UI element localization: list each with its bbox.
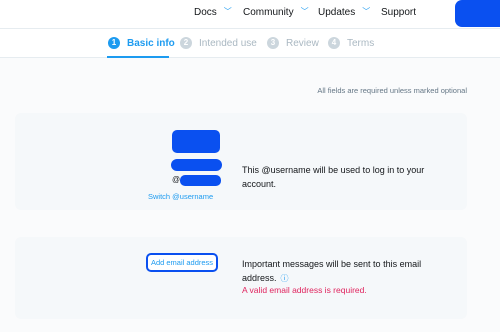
username-description: This @username will be used to log in to… [242, 165, 425, 189]
nav-support[interactable]: Support [381, 7, 416, 18]
username-card [15, 113, 467, 210]
chevron-down-icon: ﹀ [300, 7, 309, 16]
top-navigation: Docs ﹀ Community ﹀ Updates ﹀ Support [0, 0, 500, 28]
switch-username-link[interactable]: Switch @username [148, 192, 213, 201]
avatar [172, 130, 220, 153]
nav-updates-label: Updates [318, 7, 356, 18]
nav-community-label: Community [243, 7, 294, 18]
step-intended-use[interactable]: 2 Intended use [180, 37, 257, 49]
step-label: Terms [347, 37, 375, 49]
step-number: 4 [328, 37, 340, 49]
nav-community[interactable]: Community ﹀ [243, 7, 309, 18]
chevron-down-icon: ﹀ [362, 7, 371, 16]
step-number: 1 [108, 37, 120, 49]
nav-docs[interactable]: Docs ﹀ [194, 7, 232, 18]
step-review[interactable]: 3 Review [267, 37, 319, 49]
display-name-redacted [171, 159, 222, 171]
nav-support-label: Support [381, 7, 417, 18]
step-number: 2 [180, 37, 192, 49]
step-label: Intended use [199, 37, 257, 49]
email-description-text: Important messages will be sent to this … [242, 259, 422, 283]
email-error-message: A valid email address is required. [242, 285, 367, 295]
username-redacted [180, 175, 221, 186]
email-description: Important messages will be sent to this … [242, 257, 442, 286]
step-terms[interactable]: 4 Terms [328, 37, 374, 49]
add-email-button[interactable]: Add email address [146, 253, 218, 272]
step-label: Basic info [127, 37, 175, 49]
step-basic-info[interactable]: 1 Basic info [108, 37, 175, 49]
at-symbol: @ [172, 175, 181, 184]
step-label: Review [286, 37, 319, 49]
progress-stepper: 1 Basic info 2 Intended use 3 Review 4 T… [0, 28, 500, 58]
step-number: 3 [267, 37, 279, 49]
info-icon[interactable]: ⓘ [281, 274, 289, 283]
nav-docs-label: Docs [194, 7, 217, 18]
account-button[interactable] [455, 0, 500, 27]
required-fields-note: All fields are required unless marked op… [317, 86, 467, 95]
nav-updates[interactable]: Updates ﹀ [318, 7, 370, 18]
chevron-down-icon: ﹀ [223, 7, 232, 16]
